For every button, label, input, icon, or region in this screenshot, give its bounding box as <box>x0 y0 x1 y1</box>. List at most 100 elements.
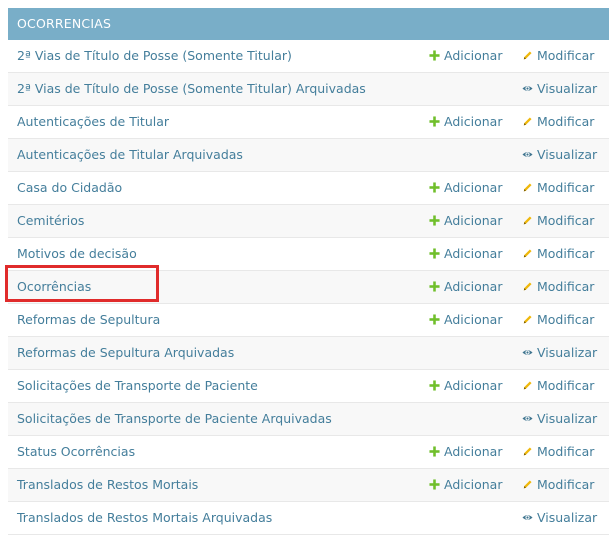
add-label: Adicionar <box>444 378 503 393</box>
model-link[interactable]: Translados de Restos Mortais Arquivadas <box>17 502 272 534</box>
plus-icon <box>429 248 440 259</box>
model-link[interactable]: Autenticações de Titular <box>17 106 169 138</box>
model-link[interactable]: Motivos de decisão <box>17 238 137 270</box>
plus-icon <box>429 215 440 226</box>
eye-icon <box>522 515 533 520</box>
model-row: Motivos de decisão Adicionar Modificar <box>8 238 609 271</box>
add-label: Adicionar <box>444 246 503 261</box>
change-link[interactable]: Modificar <box>522 469 594 501</box>
pencil-icon <box>523 315 532 324</box>
view-label: Visualizar <box>537 147 598 162</box>
change-link[interactable]: Modificar <box>522 436 594 468</box>
model-link[interactable]: Translados de Restos Mortais <box>17 469 198 501</box>
module-caption[interactable]: OCORRENCIAS <box>8 8 609 40</box>
model-row: Translados de Restos Mortais Arquivadas V… <box>8 502 609 535</box>
pencil-icon <box>523 480 532 489</box>
change-label: Modificar <box>537 213 595 228</box>
change-link[interactable]: Modificar <box>522 271 594 303</box>
eye-icon <box>522 350 533 355</box>
eye-icon <box>522 152 533 157</box>
add-link[interactable]: Adicionar <box>429 271 502 303</box>
model-link[interactable]: 2ª Vias de Título de Posse (Somente Titu… <box>17 40 292 72</box>
add-label: Adicionar <box>444 114 503 129</box>
change-label: Modificar <box>537 477 595 492</box>
add-link[interactable]: Adicionar <box>429 436 502 468</box>
model-list: 2ª Vias de Título de Posse (Somente Titu… <box>8 40 609 535</box>
model-row: Reformas de Sepultura Adicionar Modificar <box>8 304 609 337</box>
change-link[interactable]: Modificar <box>522 238 594 270</box>
model-link[interactable]: Reformas de Sepultura Arquivadas <box>17 337 234 369</box>
eye-icon <box>522 86 533 91</box>
model-row: Cemitérios Adicionar Modificar <box>8 205 609 238</box>
view-link[interactable]: Visualizar <box>522 502 597 534</box>
change-label: Modificar <box>537 279 595 294</box>
eye-icon <box>522 416 533 421</box>
model-row: Autenticações de Titular Adicionar Modific… <box>8 106 609 139</box>
add-link[interactable]: Adicionar <box>429 172 502 204</box>
change-link[interactable]: Modificar <box>522 172 594 204</box>
model-row: Solicitações de Transporte de Paciente A… <box>8 403 609 436</box>
model-link[interactable]: Casa do Cidadão <box>17 172 122 204</box>
plus-icon <box>429 314 440 325</box>
view-link[interactable]: Visualizar <box>522 337 597 369</box>
add-link[interactable]: Adicionar <box>429 40 502 72</box>
plus-icon <box>429 116 440 127</box>
model-row: Solicitações de Transporte de Paciente Ad… <box>8 370 609 403</box>
change-label: Modificar <box>537 114 595 129</box>
model-link[interactable]: Status Ocorrências <box>17 436 135 468</box>
plus-icon <box>429 281 440 292</box>
change-label: Modificar <box>537 180 595 195</box>
add-label: Adicionar <box>444 477 503 492</box>
pencil-icon <box>523 447 532 456</box>
model-link[interactable]: Autenticações de Titular Arquivadas <box>17 139 243 171</box>
add-link[interactable]: Adicionar <box>429 370 502 402</box>
pencil-icon <box>523 183 532 192</box>
model-link[interactable]: 2ª Vias de Título de Posse (Somente Titu… <box>17 73 366 105</box>
model-row: Status Ocorrências Adicionar Modificar <box>8 436 609 469</box>
pencil-icon <box>523 216 532 225</box>
view-label: Visualizar <box>537 411 598 426</box>
change-label: Modificar <box>537 246 595 261</box>
change-link[interactable]: Modificar <box>522 40 594 72</box>
change-link[interactable]: Modificar <box>522 304 594 336</box>
view-link[interactable]: Visualizar <box>522 403 597 435</box>
change-label: Modificar <box>537 444 595 459</box>
add-link[interactable]: Adicionar <box>429 469 502 501</box>
pencil-icon <box>523 51 532 60</box>
add-label: Adicionar <box>444 279 503 294</box>
view-label: Visualizar <box>537 81 598 96</box>
change-label: Modificar <box>537 312 595 327</box>
model-row: Translados de Restos Mortais Adicionar Mod… <box>8 469 609 502</box>
plus-icon <box>429 182 440 193</box>
model-row: Ocorrências Adicionar Modificar <box>8 271 609 304</box>
change-label: Modificar <box>537 48 595 63</box>
model-row: Autenticações de Titular Arquivadas Visua… <box>8 139 609 172</box>
change-link[interactable]: Modificar <box>522 106 594 138</box>
view-link[interactable]: Visualizar <box>522 73 597 105</box>
pencil-icon <box>523 249 532 258</box>
change-label: Modificar <box>537 378 595 393</box>
model-link[interactable]: Solicitações de Transporte de Paciente <box>17 370 258 402</box>
add-link[interactable]: Adicionar <box>429 238 502 270</box>
add-label: Adicionar <box>444 180 503 195</box>
model-link[interactable]: Ocorrências <box>17 271 91 303</box>
model-link[interactable]: Cemitérios <box>17 205 84 237</box>
model-link[interactable]: Solicitações de Transporte de Paciente A… <box>17 403 332 435</box>
add-link[interactable]: Adicionar <box>429 106 502 138</box>
view-link[interactable]: Visualizar <box>522 139 597 171</box>
plus-icon <box>429 380 440 391</box>
plus-icon <box>429 50 440 61</box>
pencil-icon <box>523 117 532 126</box>
change-link[interactable]: Modificar <box>522 205 594 237</box>
model-link[interactable]: Reformas de Sepultura <box>17 304 160 336</box>
add-link[interactable]: Adicionar <box>429 304 502 336</box>
plus-icon <box>429 479 440 490</box>
add-link[interactable]: Adicionar <box>429 205 502 237</box>
pencil-icon <box>523 381 532 390</box>
ocorrencias-module: OCORRENCIAS 2ª Vias de Título de Posse (… <box>8 8 609 535</box>
view-label: Visualizar <box>537 345 598 360</box>
model-row: Casa do Cidadão Adicionar Modificar <box>8 172 609 205</box>
model-row: 2ª Vias de Título de Posse (Somente Titu… <box>8 73 609 106</box>
view-label: Visualizar <box>537 510 598 525</box>
change-link[interactable]: Modificar <box>522 370 594 402</box>
